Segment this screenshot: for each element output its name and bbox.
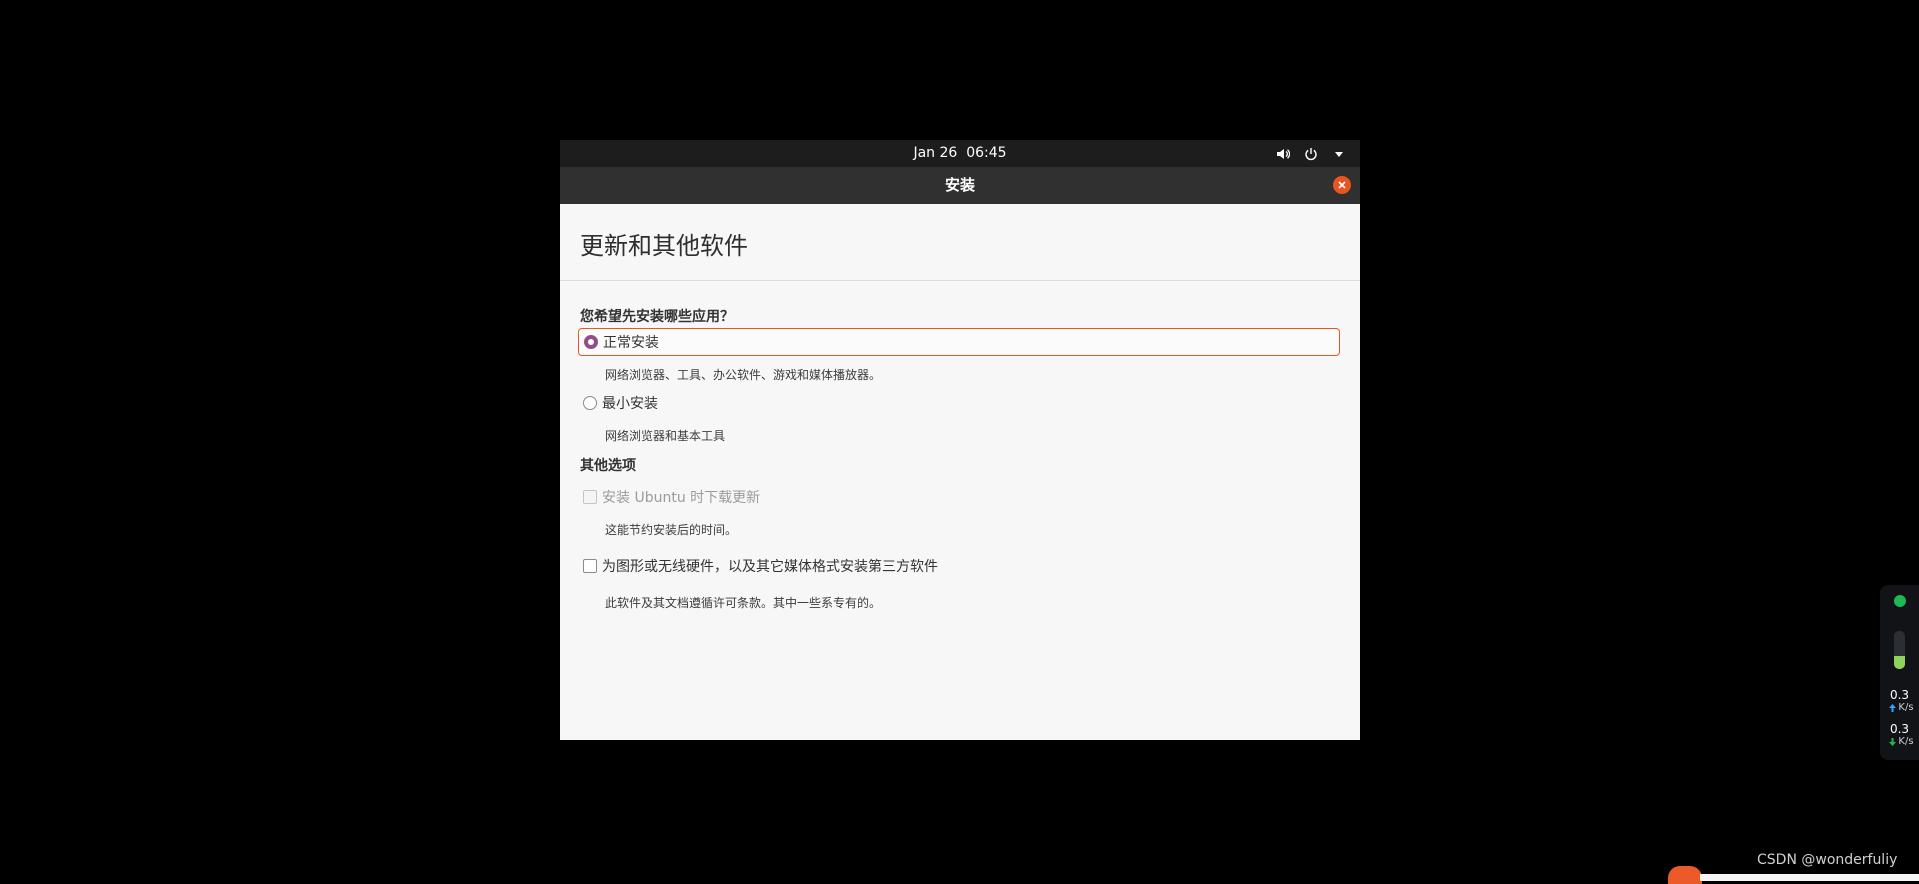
option-description: 这能节约安装后的时间。 bbox=[605, 523, 738, 537]
checkbox-label: 为图形或无线硬件，以及其它媒体格式安装第三方软件 bbox=[602, 559, 938, 575]
download-unit: K/s bbox=[1898, 736, 1914, 747]
other-options-heading: 其他选项 bbox=[580, 458, 636, 474]
volume-icon[interactable] bbox=[1274, 145, 1292, 163]
option-description: 网络浏览器和基本工具 bbox=[605, 429, 726, 443]
close-button[interactable] bbox=[1333, 176, 1351, 194]
option-description: 网络浏览器、工具、办公软件、游戏和媒体播放器。 bbox=[605, 368, 882, 382]
memory-gauge bbox=[1894, 631, 1905, 669]
upload-speed: 0.3 bbox=[1889, 688, 1910, 702]
power-icon[interactable] bbox=[1302, 145, 1320, 163]
checkbox-label: 安装 Ubuntu 时下载更新 bbox=[602, 490, 761, 506]
clock[interactable]: Jan 26 06:45 bbox=[560, 140, 1360, 167]
vm-screen: Jan 26 06:45 安装 更新和其他软件 您希望先安装哪些应用？ 正常安装 bbox=[560, 140, 1360, 740]
radio-minimal-install[interactable]: 最小安装 bbox=[578, 389, 658, 417]
checkbox[interactable] bbox=[583, 559, 597, 573]
checkbox-third-party[interactable]: 为图形或无线硬件，以及其它媒体格式安装第三方软件 bbox=[578, 552, 938, 580]
window-title: 安装 bbox=[944, 176, 975, 194]
download-unit-row: K/s bbox=[1884, 737, 1919, 747]
radio-label: 最小安装 bbox=[602, 396, 658, 412]
arrow-up-icon bbox=[1889, 704, 1897, 712]
logo-icon bbox=[1668, 866, 1702, 884]
network-speed-widget[interactable]: 0.3 K/s 0.3 K/s bbox=[1880, 585, 1919, 760]
divider bbox=[560, 280, 1360, 281]
install-question: 您希望先安装哪些应用？ bbox=[580, 309, 734, 325]
system-tray[interactable] bbox=[1274, 140, 1348, 167]
radio-label: 正常安装 bbox=[603, 335, 659, 351]
checkbox[interactable] bbox=[583, 490, 597, 504]
upload-unit-row: K/s bbox=[1884, 703, 1919, 713]
clock-date: Jan 26 bbox=[913, 145, 958, 161]
upload-unit: K/s bbox=[1898, 702, 1914, 713]
watermark: CSDN @wonderfuliy bbox=[1757, 852, 1898, 868]
radio-button-checked[interactable] bbox=[584, 335, 598, 349]
menu-arrow-icon[interactable] bbox=[1330, 145, 1348, 163]
radio-normal-install[interactable]: 正常安装 bbox=[578, 328, 1340, 356]
window-titlebar: 安装 bbox=[560, 167, 1360, 205]
top-bar: Jan 26 06:45 bbox=[560, 140, 1360, 167]
arrow-down-icon bbox=[1889, 738, 1897, 746]
gauge-fill bbox=[1894, 655, 1905, 669]
status-dot bbox=[1894, 595, 1906, 607]
download-speed: 0.3 bbox=[1889, 722, 1910, 736]
close-icon bbox=[1338, 181, 1346, 189]
checkbox-download-updates-row[interactable]: 安装 Ubuntu 时下载更新 bbox=[578, 483, 760, 511]
bottom-bar bbox=[1700, 874, 1919, 881]
option-description: 此软件及其文档遵循许可条款。其中一些系专有的。 bbox=[605, 596, 882, 610]
radio-button[interactable] bbox=[583, 396, 597, 410]
page-title: 更新和其他软件 bbox=[580, 232, 748, 260]
clock-time: 06:45 bbox=[966, 145, 1007, 161]
installer-content: 更新和其他软件 您希望先安装哪些应用？ 正常安装 网络浏览器、工具、办公软件、游… bbox=[560, 204, 1360, 740]
